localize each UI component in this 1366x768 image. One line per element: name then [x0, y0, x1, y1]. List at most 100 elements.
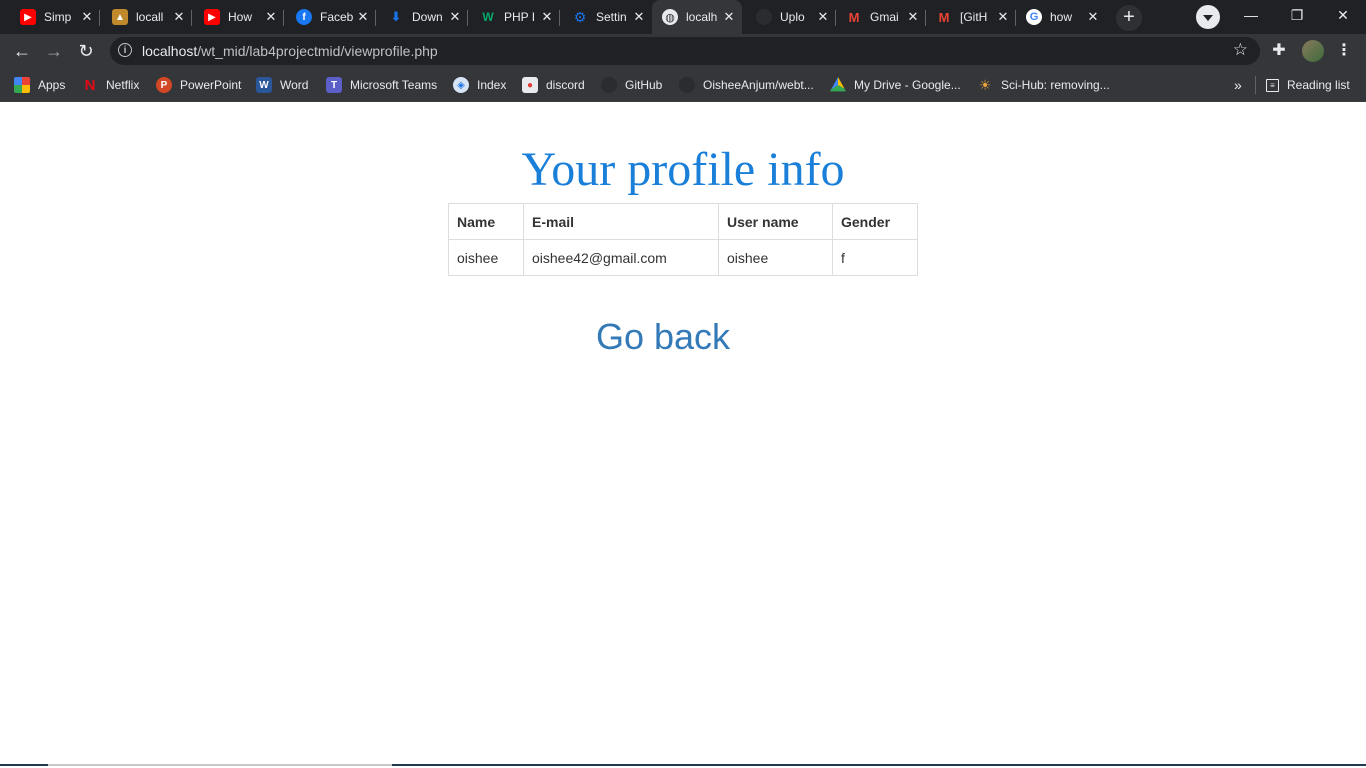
- tab-youtube-simp[interactable]: ▶ Simp ✕: [10, 2, 100, 32]
- bookmark-label: Netflix: [106, 78, 140, 92]
- tab-localhost-1[interactable]: ▲ locall ✕: [102, 2, 192, 32]
- tab-php[interactable]: W PHP I ✕: [470, 2, 560, 32]
- globe-icon: ◍: [662, 9, 678, 25]
- tab-google-how[interactable]: G how ✕: [1016, 2, 1106, 32]
- close-icon[interactable]: ✕: [816, 10, 830, 24]
- tab-github-mail[interactable]: M [GitH ✕: [926, 2, 1016, 32]
- teams-icon: T: [326, 77, 342, 93]
- bookmark-discord[interactable]: ● discord: [522, 68, 585, 102]
- close-icon[interactable]: ✕: [172, 10, 186, 24]
- address-bar[interactable]: i localhost/wt_mid/lab4projectmid/viewpr…: [110, 37, 1260, 65]
- tab-settings[interactable]: ⚙ Settin ✕: [562, 2, 652, 32]
- url-text[interactable]: localhost/wt_mid/lab4projectmid/viewprof…: [142, 43, 438, 59]
- shield-icon: ◈: [453, 77, 469, 93]
- tab-label: Settin: [596, 10, 627, 24]
- tab-download[interactable]: ⬇ Down ✕: [378, 2, 468, 32]
- close-icon[interactable]: ✕: [906, 10, 920, 24]
- bookmark-label: Sci-Hub: removing...: [1001, 78, 1110, 92]
- bookmark-index[interactable]: ◈ Index: [453, 68, 506, 102]
- bookmark-teams[interactable]: T Microsoft Teams: [326, 68, 437, 102]
- tab-upload[interactable]: Uplo ✕: [746, 2, 836, 32]
- browser-toolbar: ← → ↻ i localhost/wt_mid/lab4projectmid/…: [0, 34, 1366, 68]
- tab-gmail[interactable]: M Gmai ✕: [836, 2, 926, 32]
- close-icon[interactable]: ✕: [1086, 10, 1100, 24]
- minimize-button[interactable]: —: [1228, 0, 1274, 30]
- cell-name: oishee: [448, 239, 524, 276]
- url-host: localhost: [142, 43, 198, 59]
- menu-kebab-icon[interactable]: ⋮: [1336, 39, 1352, 63]
- bookmarks-bar: Apps N Netflix P PowerPoint W Word T Mic…: [0, 68, 1366, 102]
- tab-search-button[interactable]: [1196, 5, 1220, 29]
- bookmark-label: Microsoft Teams: [350, 78, 438, 92]
- github-icon: [756, 9, 772, 25]
- cell-username: oishee: [718, 239, 833, 276]
- tab-label: Gmai: [870, 10, 899, 24]
- table-row: oishee oishee42@gmail.com oishee f: [448, 239, 918, 276]
- drive-icon: [830, 77, 846, 92]
- gmail-icon: M: [848, 9, 860, 25]
- cell-gender: f: [832, 239, 918, 276]
- bookmark-word[interactable]: W Word: [256, 68, 308, 102]
- tab-label: Faceb: [320, 10, 354, 24]
- bookmark-label: GitHub: [625, 78, 663, 92]
- extensions-puzzle-icon[interactable]: ✚: [1268, 39, 1290, 63]
- close-icon[interactable]: ✕: [356, 10, 370, 24]
- bookmark-label: Word: [280, 78, 309, 92]
- bookmark-github-repo[interactable]: OisheeAnjum/webt...: [679, 68, 814, 102]
- reading-list-icon: ≡: [1266, 78, 1279, 92]
- reload-button[interactable]: ↻: [74, 39, 98, 63]
- close-icon[interactable]: ✕: [80, 10, 94, 24]
- close-icon[interactable]: ✕: [264, 10, 278, 24]
- reading-list-button[interactable]: ≡ Reading list: [1266, 68, 1350, 102]
- close-window-button[interactable]: ✕: [1320, 0, 1366, 30]
- tab-facebook[interactable]: f Faceb ✕: [286, 2, 376, 32]
- bookmark-label: PowerPoint: [180, 78, 242, 92]
- bookmark-label: Index: [477, 78, 507, 92]
- avatar[interactable]: [1302, 40, 1324, 62]
- close-icon[interactable]: ✕: [722, 10, 736, 24]
- column-header-email: E-mail: [523, 203, 719, 240]
- close-icon[interactable]: ✕: [632, 10, 646, 24]
- tab-localhost-active[interactable]: ◍ localh ✕: [652, 0, 742, 34]
- close-icon[interactable]: ✕: [540, 10, 554, 24]
- new-tab-button[interactable]: +: [1116, 5, 1142, 31]
- bookmark-github[interactable]: GitHub: [601, 68, 662, 102]
- gmail-icon: M: [938, 9, 950, 25]
- bookmark-label: My Drive - Google...: [854, 78, 961, 92]
- tab-label: localh: [686, 10, 718, 24]
- github-icon: [679, 77, 695, 93]
- bookmark-star-icon[interactable]: ☆: [1233, 40, 1248, 60]
- apps-grid-icon: [14, 77, 30, 93]
- tab-label: How: [228, 10, 253, 24]
- tab-label: Uplo: [780, 10, 805, 24]
- page-title: Your profile info: [521, 143, 845, 196]
- back-button[interactable]: ←: [10, 39, 34, 63]
- close-icon[interactable]: ✕: [448, 10, 462, 24]
- tab-youtube-how[interactable]: ▶ How ✕: [194, 2, 284, 32]
- bookmark-label: Apps: [38, 78, 66, 92]
- bookmark-scihub[interactable]: ☀ Sci-Hub: removing...: [977, 68, 1110, 102]
- column-header-gender: Gender: [832, 203, 918, 240]
- bookmarks-more-button[interactable]: »: [1234, 68, 1242, 102]
- tab-label: how: [1050, 10, 1073, 24]
- scihub-icon: ☀: [978, 76, 992, 93]
- bookmark-netflix[interactable]: N Netflix: [82, 68, 140, 102]
- page-content: Your profile info Name E-mail User name …: [0, 102, 1366, 766]
- tab-label: locall: [136, 10, 164, 24]
- bookmark-apps[interactable]: Apps: [14, 68, 65, 102]
- close-icon[interactable]: ✕: [996, 10, 1010, 24]
- restore-button[interactable]: ❐: [1274, 0, 1320, 30]
- tab-label: Down: [412, 10, 443, 24]
- url-path: /wt_mid/lab4projectmid/viewprofile.php: [197, 43, 438, 59]
- go-back-link[interactable]: Go back: [0, 316, 1326, 358]
- tab-label: Simp: [44, 10, 72, 24]
- tab-label: [GitH: [960, 10, 988, 24]
- w3-icon: W: [482, 10, 494, 24]
- google-icon: G: [1026, 9, 1042, 25]
- download-icon: ⬇: [390, 9, 402, 24]
- bookmark-powerpoint[interactable]: P PowerPoint: [156, 68, 241, 102]
- bookmark-drive[interactable]: My Drive - Google...: [830, 68, 961, 102]
- forward-button[interactable]: →: [42, 39, 66, 63]
- column-header-username: User name: [718, 203, 833, 240]
- info-icon[interactable]: i: [118, 43, 132, 57]
